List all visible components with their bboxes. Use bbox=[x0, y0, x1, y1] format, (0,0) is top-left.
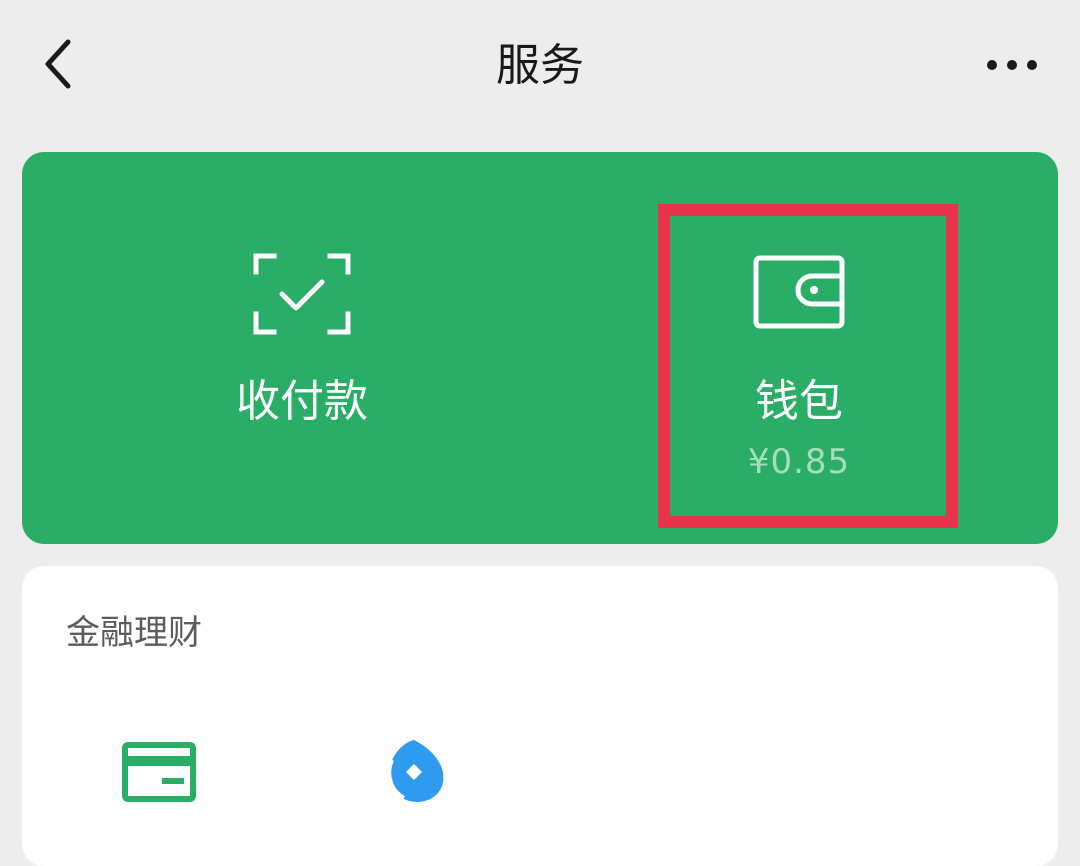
more-button[interactable] bbox=[980, 40, 1044, 90]
pay-receive-label: 收付款 bbox=[236, 376, 368, 427]
scan-check-icon bbox=[253, 253, 351, 335]
primary-services-card: 收付款 钱包 ¥0.85 bbox=[22, 152, 1058, 544]
nav-bar: 服务 bbox=[0, 0, 1080, 130]
wallet-button[interactable]: 钱包 ¥0.85 bbox=[540, 152, 1058, 544]
section-title: 金融理财 bbox=[66, 613, 202, 653]
pay-receive-button[interactable]: 收付款 bbox=[22, 152, 540, 544]
wallet-icon bbox=[753, 255, 845, 329]
finance-section-card: 金融理财 bbox=[22, 566, 1058, 866]
more-horizontal-icon bbox=[987, 60, 1037, 70]
wallet-label: 钱包 bbox=[755, 376, 843, 427]
wallet-balance: ¥0.85 bbox=[747, 442, 851, 482]
credit-card-icon[interactable] bbox=[122, 742, 196, 802]
wealth-drop-icon[interactable] bbox=[378, 736, 450, 806]
page-title: 服务 bbox=[496, 40, 584, 91]
